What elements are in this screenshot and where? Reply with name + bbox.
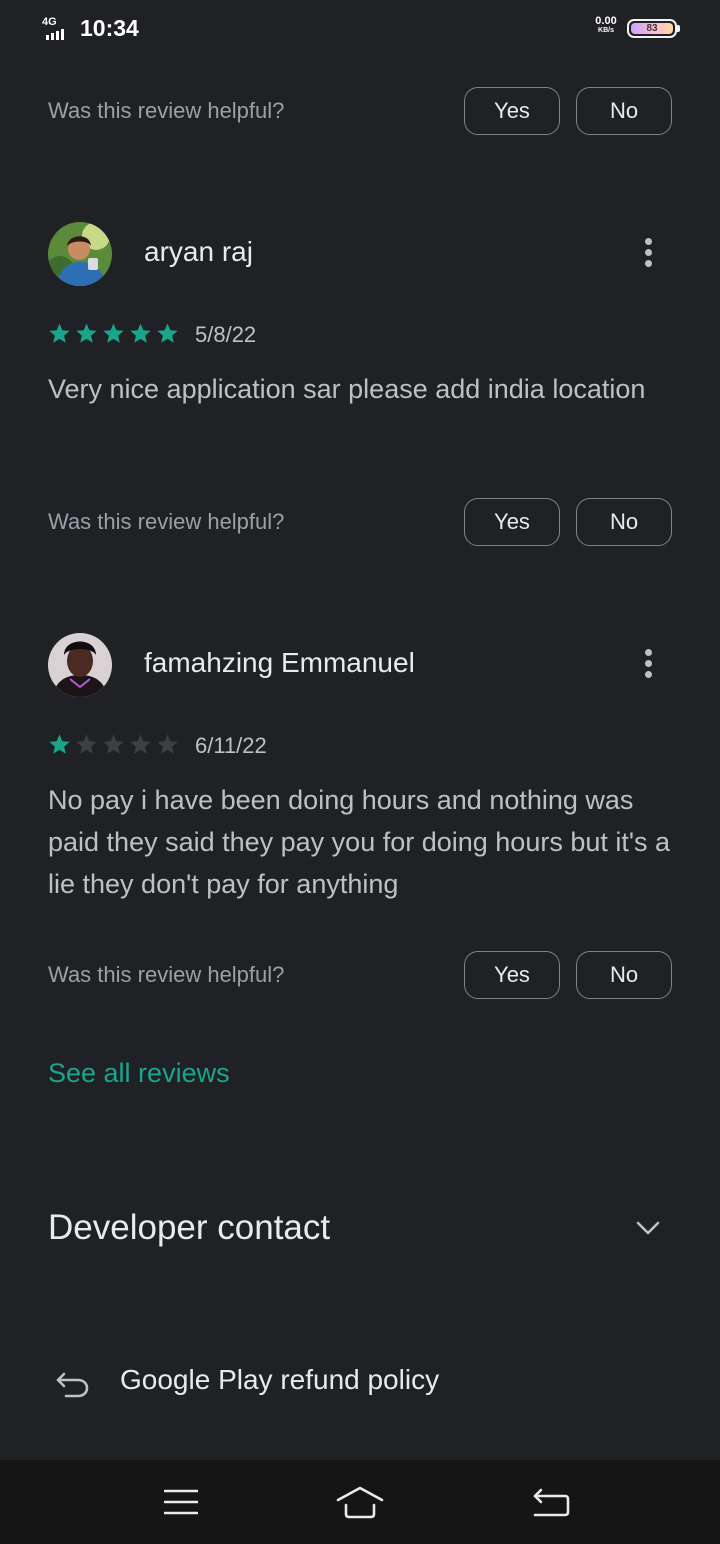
helpful-no-button[interactable]: No bbox=[576, 498, 672, 546]
helpful-question: Was this review helpful? bbox=[48, 509, 285, 534]
star-rating bbox=[48, 733, 179, 756]
battery-icon: 83 bbox=[627, 19, 680, 38]
star-filled-icon bbox=[157, 323, 178, 343]
home-icon[interactable] bbox=[335, 1480, 385, 1524]
star-filled-icon bbox=[130, 323, 151, 343]
helpful-row: Was this review helpful? Yes No bbox=[48, 498, 672, 546]
back-icon[interactable] bbox=[524, 1480, 574, 1524]
review-date: 5/8/22 bbox=[195, 322, 257, 347]
system-nav-bar bbox=[0, 1460, 720, 1544]
review-date: 6/11/22 bbox=[195, 733, 267, 758]
star-empty-icon bbox=[130, 734, 151, 754]
review-text: Very nice application sar please add ind… bbox=[48, 374, 646, 404]
see-all-reviews-link[interactable]: See all reviews bbox=[48, 1058, 230, 1089]
avatar bbox=[48, 633, 112, 697]
signal-icon: 4G bbox=[42, 16, 76, 40]
helpful-yes-button[interactable]: Yes bbox=[464, 951, 560, 999]
undo-arrow-icon bbox=[56, 1372, 89, 1398]
network-type: 4G bbox=[42, 16, 57, 28]
net-speed-value: 0.00 bbox=[595, 15, 617, 27]
net-speed-unit: KB/s bbox=[598, 27, 614, 34]
helpful-yes-button[interactable]: Yes bbox=[464, 87, 560, 135]
star-filled-icon bbox=[49, 323, 70, 343]
star-rating bbox=[48, 322, 179, 345]
helpful-yes-button[interactable]: Yes bbox=[464, 498, 560, 546]
reviewer-name: aryan raj bbox=[144, 236, 253, 267]
reviewer-name: famahzing Emmanuel bbox=[144, 647, 415, 678]
star-empty-icon bbox=[103, 734, 124, 754]
helpful-row: Was this review helpful? Yes No bbox=[48, 87, 672, 135]
review-card: famahzing Emmanuel 6/11/22 No pay i have… bbox=[48, 633, 672, 923]
review-text: No pay i have been doing hours and nothi… bbox=[48, 785, 671, 899]
net-speed: 0.00 KB/s bbox=[590, 15, 622, 35]
star-empty-icon bbox=[157, 734, 178, 754]
helpful-question: Was this review helpful? bbox=[48, 98, 285, 123]
helpful-question: Was this review helpful? bbox=[48, 962, 285, 987]
menu-icon[interactable] bbox=[156, 1480, 206, 1524]
more-vert-icon[interactable] bbox=[640, 236, 656, 272]
chevron-down-icon[interactable] bbox=[634, 1214, 662, 1242]
star-filled-icon bbox=[103, 323, 124, 343]
status-time: 10:34 bbox=[80, 15, 139, 41]
helpful-no-button[interactable]: No bbox=[576, 951, 672, 999]
star-filled-icon bbox=[49, 734, 70, 754]
battery-level: 83 bbox=[631, 23, 673, 34]
helpful-no-button[interactable]: No bbox=[576, 87, 672, 135]
helpful-row: Was this review helpful? Yes No bbox=[48, 951, 672, 999]
avatar bbox=[48, 222, 112, 286]
star-empty-icon bbox=[76, 734, 97, 754]
more-vert-icon[interactable] bbox=[640, 647, 656, 683]
review-card: aryan raj 5/8/22 Very nice application s… bbox=[48, 222, 672, 462]
status-bar: 4G 10:34 0.00 KB/s 83 bbox=[0, 0, 720, 56]
developer-contact-heading[interactable]: Developer contact bbox=[48, 1208, 330, 1248]
refund-policy-link[interactable]: Google Play refund policy bbox=[120, 1364, 439, 1396]
star-filled-icon bbox=[76, 323, 97, 343]
